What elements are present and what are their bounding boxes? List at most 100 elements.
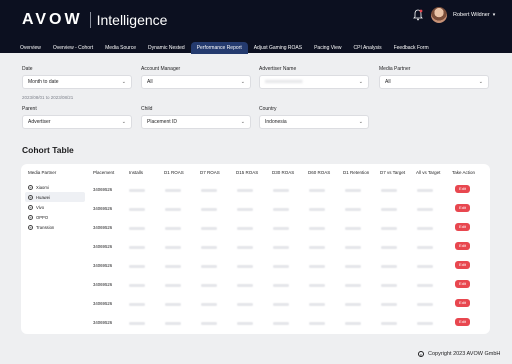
edit-button[interactable]: Edit xyxy=(455,185,470,193)
redacted-cell xyxy=(165,265,181,268)
redacted-cell xyxy=(345,265,361,268)
column-header: D7 vs Target xyxy=(380,170,406,175)
column-header: Placement xyxy=(93,170,115,175)
child-select[interactable]: Placement ID ⌄ xyxy=(141,115,251,129)
placement-cell: 34069526 xyxy=(93,225,113,230)
redacted-cell xyxy=(273,189,289,192)
redacted-cell xyxy=(237,227,253,230)
tab-media-source[interactable]: Media Source xyxy=(99,42,142,54)
redacted-cell xyxy=(309,284,325,287)
redacted-cell xyxy=(417,303,433,306)
tab-dynamic-nested[interactable]: Dynamic Nested xyxy=(142,42,191,54)
edit-button[interactable]: Edit xyxy=(455,204,470,212)
redacted-cell xyxy=(201,189,217,192)
media-partner-select[interactable]: All ⌄ xyxy=(379,75,489,89)
tab-overview[interactable]: Overview xyxy=(14,42,47,54)
redacted-cell xyxy=(345,227,361,230)
placement-cell: 34069526 xyxy=(93,320,113,325)
tab-pacing-view[interactable]: Pacing View xyxy=(308,42,347,54)
column-header: D30 ROAS xyxy=(272,170,295,175)
table-row: 34069526 Edit xyxy=(33,181,470,200)
advertiser-name-select[interactable]: xxxxxxxxxxxxxxx ⌄ xyxy=(259,75,369,89)
edit-button[interactable]: Edit xyxy=(455,242,470,250)
redacted-cell xyxy=(129,246,145,249)
redacted-cell xyxy=(309,189,325,192)
brand-logo[interactable]: AVOW Intelligence xyxy=(22,11,167,29)
tab-feedback-form[interactable]: Feedback Form xyxy=(388,42,435,54)
redacted-cell xyxy=(417,322,433,325)
date-select[interactable]: Month to date ⌄ xyxy=(22,75,132,89)
redacted-cell xyxy=(417,246,433,249)
redacted-cell xyxy=(345,284,361,287)
redacted-cell xyxy=(345,246,361,249)
redacted-cell xyxy=(129,208,145,211)
chevron-down-icon: ⌄ xyxy=(478,79,483,85)
redacted-cell xyxy=(273,284,289,287)
child-label: Child xyxy=(141,106,153,112)
chevron-down-icon: ⌄ xyxy=(358,79,363,85)
placement-cell: 34069526 xyxy=(93,263,113,268)
footer: c Copyright 2023 AVOW GmbH xyxy=(418,351,500,357)
edit-button[interactable]: Edit xyxy=(455,318,470,326)
redacted-cell xyxy=(273,303,289,306)
column-header: D1 ROAS xyxy=(164,170,184,175)
redacted-cell xyxy=(237,189,253,192)
chevron-down-icon: ⌄ xyxy=(358,119,363,125)
media-partner-column-header: Media Partner xyxy=(28,170,57,175)
tab-performance-report[interactable]: Performance Report xyxy=(190,42,248,54)
redacted-cell xyxy=(345,303,361,306)
country-select[interactable]: Indonesia ⌄ xyxy=(259,115,369,129)
redacted-cell xyxy=(165,284,181,287)
chevron-down-icon: ⌄ xyxy=(121,119,126,125)
redacted-cell xyxy=(381,265,397,268)
table-row: 34069526 Edit xyxy=(33,257,470,276)
redacted-cell xyxy=(129,322,145,325)
column-header: Take Action xyxy=(452,170,476,175)
edit-button[interactable]: Edit xyxy=(455,299,470,307)
redacted-cell xyxy=(381,246,397,249)
tab-adjust-gaming-roas[interactable]: Adjust Gaming ROAS xyxy=(248,42,308,54)
media-partner-label: Media Partner xyxy=(379,66,411,72)
edit-button[interactable]: Edit xyxy=(455,280,470,288)
table-row: 34069526 Edit xyxy=(33,219,470,238)
table-row: 34069526 Edit xyxy=(33,276,470,295)
redacted-cell xyxy=(309,303,325,306)
country-label: Country xyxy=(259,106,277,112)
redacted-cell xyxy=(129,265,145,268)
redacted-cell xyxy=(381,208,397,211)
redacted-cell xyxy=(129,227,145,230)
brand-name: AVOW xyxy=(22,11,83,28)
redacted-cell xyxy=(417,227,433,230)
redacted-cell xyxy=(201,246,217,249)
user-menu[interactable]: Robert Wildner ▾ xyxy=(431,7,495,23)
table-row: 34069526 Edit xyxy=(33,314,470,333)
edit-button[interactable]: Edit xyxy=(455,261,470,269)
redacted-cell xyxy=(417,284,433,287)
edit-button[interactable]: Edit xyxy=(455,223,470,231)
redacted-cell xyxy=(201,208,217,211)
placement-cell: 34069526 xyxy=(93,282,113,287)
column-header: D15 ROAS xyxy=(236,170,259,175)
redacted-cell xyxy=(201,265,217,268)
redacted-cell xyxy=(273,227,289,230)
redacted-cell xyxy=(237,322,253,325)
bell-icon[interactable] xyxy=(413,9,423,21)
redacted-cell xyxy=(237,246,253,249)
account-manager-select[interactable]: All ⌄ xyxy=(141,75,251,89)
redacted-cell xyxy=(345,322,361,325)
placement-cell: 34069526 xyxy=(93,187,113,192)
redacted-cell xyxy=(237,284,253,287)
redacted-cell xyxy=(309,246,325,249)
table-row: 34069526 Edit xyxy=(33,238,470,257)
placement-cell: 34069526 xyxy=(93,206,113,211)
redacted-cell xyxy=(345,189,361,192)
tab-overview-cohort[interactable]: Overview - Cohort xyxy=(47,42,99,54)
child-value: Placement ID xyxy=(147,119,178,125)
redacted-cell xyxy=(165,208,181,211)
parent-select[interactable]: Advertiser ⌄ xyxy=(22,115,132,129)
redacted-cell xyxy=(273,208,289,211)
product-name: Intelligence xyxy=(96,12,168,28)
redacted-cell xyxy=(129,189,145,192)
redacted-cell xyxy=(309,322,325,325)
tab-cpi-analysis[interactable]: CPI Analysis xyxy=(348,42,388,54)
